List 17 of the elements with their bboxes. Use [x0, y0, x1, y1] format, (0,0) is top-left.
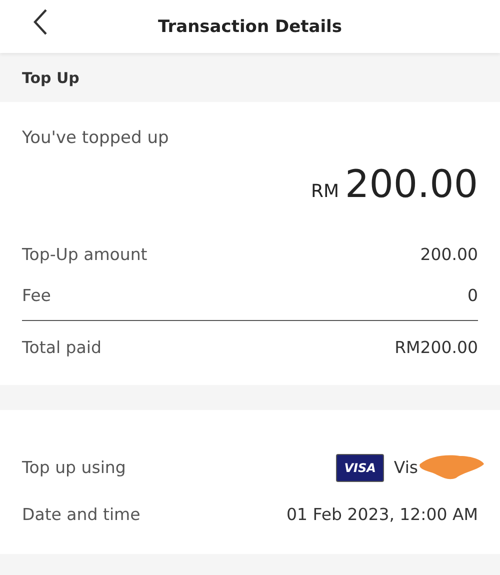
total-amount: 200.00 [345, 162, 478, 206]
section-title: Top Up [22, 68, 80, 86]
card-logo: VISA [336, 454, 384, 482]
row-value: Vis [394, 458, 418, 477]
row-value: 200.00 [420, 245, 478, 264]
currency-label: RM [310, 181, 340, 202]
row-value: 0 [468, 286, 478, 305]
row-value: 01 Feb 2023, 12:00 AM [286, 505, 478, 524]
row-label: Total paid [22, 338, 102, 356]
summary-caption: You've topped up [22, 128, 170, 148]
row-label: Top-Up amount [22, 245, 148, 264]
row-label: Date and time [22, 505, 140, 524]
row-label: Fee [22, 286, 51, 305]
row-value: RM200.00 [394, 338, 478, 356]
row-label: Top up using [22, 458, 126, 477]
page-title: Transaction Details [158, 16, 342, 36]
back-icon [32, 8, 48, 36]
